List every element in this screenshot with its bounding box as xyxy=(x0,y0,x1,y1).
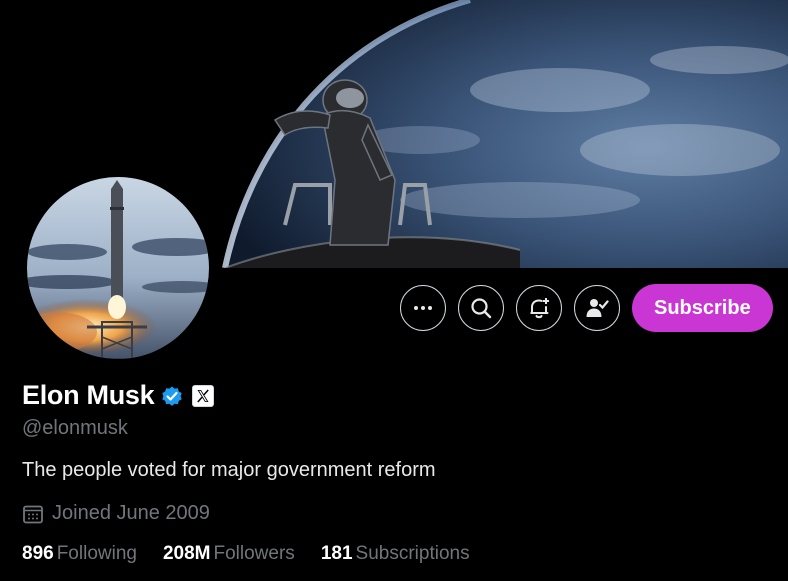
user-check-icon xyxy=(586,299,609,317)
followers-label: Followers xyxy=(213,543,295,564)
subscribe-button[interactable]: Subscribe xyxy=(632,284,773,332)
subscriptions-label: Subscriptions xyxy=(355,543,470,564)
joined-text: Joined June 2009 xyxy=(52,502,210,524)
subscriptions-stat[interactable]: 181 Subscriptions xyxy=(321,543,470,565)
display-name: Elon Musk xyxy=(22,380,155,410)
profile-handle: @elonmusk xyxy=(22,417,128,439)
profile-actions: Subscribe xyxy=(400,284,773,332)
following-button[interactable] xyxy=(574,285,620,331)
followers-count: 208M xyxy=(162,543,211,564)
calendar-icon xyxy=(23,505,43,523)
avatar-image xyxy=(27,177,209,359)
following-label: Following xyxy=(56,543,137,564)
profile-name-row: Elon Musk xyxy=(22,380,215,411)
avatar[interactable] xyxy=(25,175,211,361)
followers-stat[interactable]: 208M Followers xyxy=(163,543,295,565)
profile-bio: The people voted for major government re… xyxy=(22,459,436,481)
profile-stats: 896 Following 208M Followers 181 Subscripti… xyxy=(22,543,496,565)
search-button[interactable] xyxy=(458,285,504,331)
following-count: 896 xyxy=(22,543,54,564)
bell-plus-icon xyxy=(530,298,549,319)
x-affiliation-icon[interactable] xyxy=(192,384,215,407)
more-button[interactable] xyxy=(400,285,446,331)
more-icon xyxy=(414,306,432,310)
verified-badge-icon[interactable] xyxy=(160,384,184,408)
joined-date: Joined June 2009 xyxy=(22,502,210,525)
subscriptions-count: 181 xyxy=(320,543,353,564)
notifications-button[interactable] xyxy=(516,285,562,331)
search-icon xyxy=(471,298,492,319)
following-stat[interactable]: 896 Following xyxy=(22,543,137,565)
